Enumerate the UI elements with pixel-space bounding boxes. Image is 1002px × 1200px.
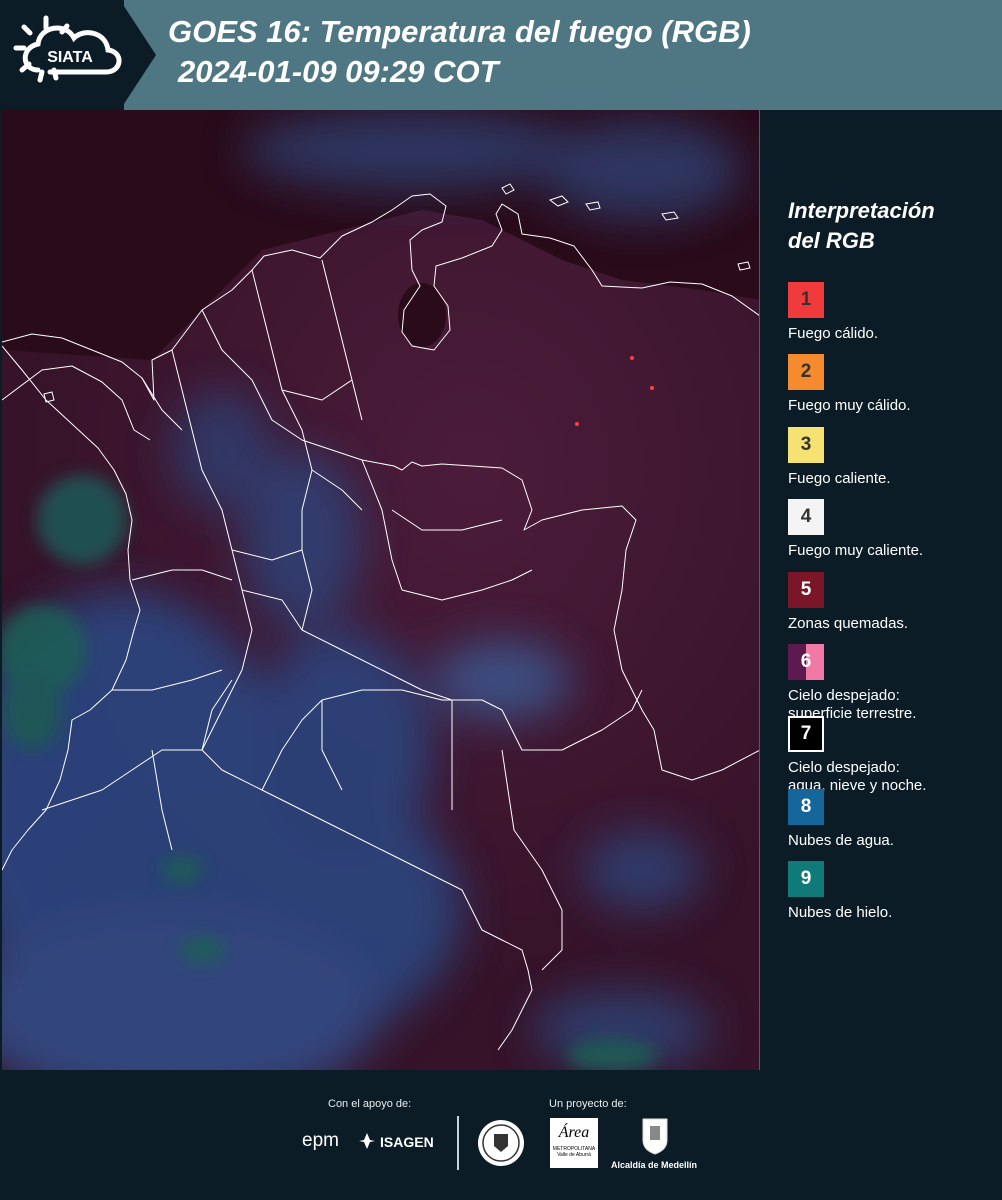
university-seal-icon: [478, 1120, 524, 1166]
legend-title-line2: del RGB: [788, 228, 875, 253]
legend-item-2: 2 Fuego muy cálido.: [788, 354, 911, 415]
legend-item-3: 3 Fuego caliente.: [788, 426, 891, 488]
legend-number: 1: [800, 289, 812, 310]
satellite-map[interactable]: [2, 110, 760, 1070]
legend-swatch: 4: [788, 499, 824, 536]
isagen-logo: ISAGEN: [380, 1134, 434, 1150]
legend-label-line1: Cielo despejado:: [788, 687, 900, 704]
legend-number: 2: [800, 361, 812, 383]
legend-number: 5: [800, 578, 812, 600]
siata-logo-text: SIATA: [47, 49, 93, 66]
legend-label-line1: Fuego muy caliente.: [788, 542, 924, 560]
legend-swatch: 3: [788, 426, 824, 463]
legend-number: 3: [800, 433, 812, 455]
legend-item-1: 1 Fuego cálido.: [788, 282, 878, 343]
legend-swatch: 6: [788, 644, 824, 680]
alcaldia-medellin-logo: Alcaldía de Medellín: [611, 1160, 698, 1170]
legend-number: 6: [800, 651, 812, 672]
legend-label-line1: Nubes de agua.: [788, 831, 894, 849]
legend-swatch: 2: [788, 354, 824, 391]
legend-label-line1: Fuego muy cálido.: [788, 397, 911, 415]
legend-item-8: 8 Nubes de agua.: [788, 788, 894, 850]
legend-swatch: 9: [788, 861, 824, 898]
legend-label: Fuego cálido.: [788, 325, 878, 343]
legend-label: Fuego muy cálido.: [788, 397, 911, 415]
map-canvas: [2, 110, 759, 1070]
support-label: Con el apoyo de:: [328, 1098, 412, 1110]
legend-label-line1: Fuego caliente.: [788, 469, 891, 487]
legend-swatch: 1: [788, 282, 824, 318]
legend-number: 8: [800, 795, 812, 817]
page-timestamp: 2024-01-09 09:29 COT: [178, 54, 499, 89]
legend-swatch: 5: [788, 571, 824, 608]
legend-number: 7: [800, 723, 812, 745]
isagen-logo-mark: [359, 1133, 375, 1149]
legend: Interpretación del RGB: [776, 196, 1000, 266]
footer-divider: [457, 1116, 459, 1170]
legend-swatch: 7: [788, 716, 824, 753]
legend-item-9: 9 Nubes de hielo.: [788, 861, 892, 922]
legend-label-line1: Fuego cálido.: [788, 325, 879, 342]
page-title: GOES 16: Temperatura del fuego (RGB): [168, 14, 751, 49]
fire-spot: [650, 386, 654, 390]
legend-label: Fuego caliente.: [788, 470, 891, 488]
legend-title: Interpretación del RGB: [788, 196, 1000, 256]
area-metropolitana-logo-line3: Valle de Aburrá: [557, 1152, 591, 1158]
legend-number: 4: [800, 506, 812, 528]
legend-item-7: 7 Cielo despejado: agua, nieve y noche.: [788, 716, 926, 795]
area-metropolitana-logo: Área METROPOLITANA Valle de Aburrá: [550, 1118, 598, 1168]
legend-item-6: 6 Cielo despejado: superficie terrestre.: [788, 644, 916, 723]
legend-item-4: 4 Fuego muy caliente.: [788, 499, 923, 560]
epm-logo: epm: [302, 1130, 339, 1151]
legend-swatch: 8: [788, 788, 824, 825]
legend-label: Nubes de hielo.: [788, 904, 892, 922]
project-label: Un proyecto de:: [549, 1098, 627, 1110]
legend-item-5: 5 Zonas quemadas.: [788, 571, 908, 633]
legend-title-line1: Interpretación: [788, 198, 935, 223]
area-metropolitana-logo-line1: Área: [558, 1124, 590, 1141]
header: SIATA GOES 16: Temperatura del fuego (RG…: [0, 0, 1002, 110]
medellin-shield-icon: [642, 1118, 668, 1155]
footer: Con el apoyo de: Un proyecto de: epm ISA…: [0, 1072, 1002, 1200]
legend-label: Fuego muy caliente.: [788, 542, 923, 560]
fire-spot: [630, 356, 634, 360]
legend-label: Nubes de agua.: [788, 832, 894, 850]
legend-label-line1: Zonas quemadas.: [788, 614, 909, 632]
legend-label-line1: Nubes de hielo.: [788, 904, 893, 922]
legend-label-line1: Cielo despejado:: [788, 759, 900, 777]
siata-logo: SIATA: [13, 15, 122, 83]
legend-number: 9: [800, 868, 812, 890]
legend-label: Zonas quemadas.: [788, 615, 908, 633]
fire-spot: [575, 422, 579, 426]
